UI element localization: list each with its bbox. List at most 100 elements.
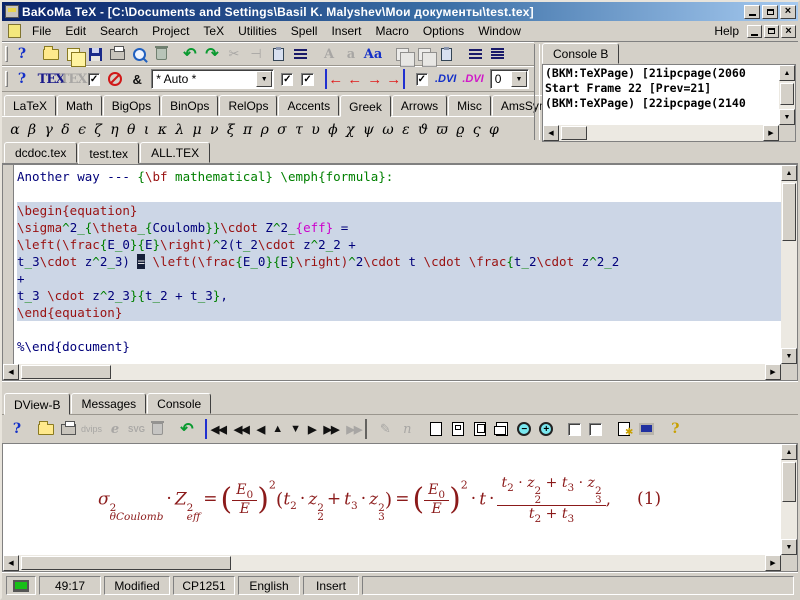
greek-symbol-1[interactable]: β xyxy=(24,121,40,139)
tex-stop-icon[interactable]: TEX xyxy=(62,69,84,89)
open-file-icon[interactable] xyxy=(35,419,57,439)
zoom-in-icon[interactable]: + xyxy=(535,419,557,439)
justify-full-icon[interactable] xyxy=(486,44,508,64)
editor-line[interactable]: \begin{equation} xyxy=(17,202,781,219)
print-icon[interactable] xyxy=(57,419,79,439)
menu-search[interactable]: Search xyxy=(93,22,145,40)
palette-tab-greek[interactable]: Greek xyxy=(340,95,391,117)
about-icon[interactable]: ? xyxy=(664,419,686,439)
greek-symbol-7[interactable]: θ xyxy=(123,121,140,139)
greek-symbol-6[interactable]: η xyxy=(106,121,123,139)
ampersand-format-icon[interactable]: & xyxy=(126,69,148,89)
justify-left-icon[interactable] xyxy=(464,44,486,64)
cut-icon[interactable]: ✂ xyxy=(223,44,245,64)
document-system-icon[interactable] xyxy=(8,24,21,38)
dvi-page[interactable]: σ2θCoulomb·Z2eff=(E0E)2(t2·z22+t3·z23)=(… xyxy=(3,444,781,555)
horizontal-splitter[interactable] xyxy=(2,381,798,392)
greek-symbol-24[interactable]: ϑ xyxy=(414,121,432,139)
sort-icon[interactable] xyxy=(289,44,311,64)
bottom-tab-console[interactable]: Console xyxy=(147,393,211,414)
menu-spell[interactable]: Spell xyxy=(284,22,325,40)
scroll-up-icon[interactable]: ▲ xyxy=(779,65,795,81)
editor-line[interactable]: Another way --- {\bf mathematical} \emph… xyxy=(17,168,781,185)
help-icon[interactable]: ? xyxy=(11,69,33,89)
scroll-up-page-icon[interactable]: ▲ xyxy=(268,419,286,439)
mdi-minimize-button[interactable] xyxy=(747,25,762,38)
combo-dropdown-icon[interactable]: ▼ xyxy=(256,71,272,87)
paste-icon[interactable] xyxy=(267,44,289,64)
auto-run-checkbox[interactable]: ✓ xyxy=(88,73,100,86)
greek-symbol-11[interactable]: μ xyxy=(188,121,205,139)
palette-tab-accents[interactable]: Accents xyxy=(278,95,339,116)
greek-symbol-21[interactable]: ψ xyxy=(359,121,378,139)
fast-prev-page-icon[interactable]: ◀◀ xyxy=(230,419,253,439)
abort-icon[interactable] xyxy=(104,69,126,89)
last-page-icon[interactable]: ▶▶ xyxy=(342,419,367,439)
menu-utilities[interactable]: Utilities xyxy=(231,22,284,40)
menu-file[interactable]: File xyxy=(25,22,58,40)
palette-tab-misc[interactable]: Misc xyxy=(448,95,491,116)
combo-dropdown-icon[interactable]: ▼ xyxy=(511,71,527,87)
option-checkbox-2[interactable]: ✓ xyxy=(301,73,313,86)
print-icon[interactable] xyxy=(106,44,128,64)
ie-export-icon[interactable]: e xyxy=(104,419,126,439)
view-option-checkbox-1[interactable] xyxy=(568,423,581,436)
fast-next-page-icon[interactable]: ▶▶ xyxy=(319,419,342,439)
scroll-right-icon[interactable]: ▶ xyxy=(765,364,781,380)
scroll-up-icon[interactable]: ▲ xyxy=(781,165,797,181)
greek-symbol-13[interactable]: ξ xyxy=(223,121,239,139)
outdent-icon[interactable] xyxy=(413,44,435,64)
greek-symbol-26[interactable]: ϱ xyxy=(452,121,469,139)
palette-tab-arrows[interactable]: Arrows xyxy=(392,95,447,116)
menu-window[interactable]: Window xyxy=(471,22,528,40)
scroll-up-icon[interactable]: ▲ xyxy=(781,444,797,460)
greek-symbol-23[interactable]: ε xyxy=(398,121,414,139)
paste-special-icon[interactable]: ⊣ xyxy=(245,44,267,64)
console-hscrollbar[interactable]: ◀ ▶ xyxy=(543,125,779,141)
page-layout-single-icon[interactable] xyxy=(425,419,447,439)
format-combo[interactable]: * Auto * ▼ xyxy=(151,69,274,89)
uppercase-icon[interactable]: A xyxy=(318,44,340,64)
greek-symbol-27[interactable]: ς xyxy=(469,121,485,139)
greek-symbol-8[interactable]: ι xyxy=(140,121,154,139)
dvi-forward-search-icon[interactable]: .DVI xyxy=(459,69,486,89)
help-icon[interactable]: ? xyxy=(6,419,28,439)
prev-page-icon[interactable]: ◀ xyxy=(253,419,268,439)
editor-line[interactable] xyxy=(17,185,781,202)
greek-symbol-25[interactable]: ϖ xyxy=(432,121,452,139)
greek-symbol-4[interactable]: ϵ xyxy=(74,121,90,139)
help-icon[interactable]: ? xyxy=(11,44,33,64)
mdi-restore-button[interactable] xyxy=(764,25,779,38)
display-settings-icon[interactable] xyxy=(635,419,657,439)
edit-pen-icon[interactable]: ✎ xyxy=(374,419,396,439)
scroll-right-icon[interactable]: ▶ xyxy=(763,125,779,141)
menu-project[interactable]: Project xyxy=(145,22,196,40)
greek-symbol-19[interactable]: ϕ xyxy=(324,121,342,139)
page-layout-width-icon[interactable] xyxy=(469,419,491,439)
dvips-icon[interactable]: dvips xyxy=(79,419,104,439)
scroll-down-page-icon[interactable]: ▼ xyxy=(286,419,304,439)
batch-icon[interactable] xyxy=(147,419,169,439)
first-page-icon[interactable]: ◀◀ xyxy=(205,419,230,439)
page-layout-dual-icon[interactable] xyxy=(491,419,513,439)
toolbar-grip[interactable] xyxy=(5,46,8,62)
editor-line[interactable]: t_3\cdot z^2_3) = \left(\frac{E_0}{E}\ri… xyxy=(17,253,781,270)
next-error-icon[interactable]: → xyxy=(365,69,385,89)
greek-symbol-20[interactable]: χ xyxy=(342,121,359,139)
export-icon[interactable] xyxy=(435,44,457,64)
page-number-icon[interactable]: n xyxy=(396,419,418,439)
save-icon[interactable] xyxy=(84,44,106,64)
greek-symbol-0[interactable]: α xyxy=(6,121,24,139)
dvi-sync-checkbox[interactable]: ✓ xyxy=(416,73,428,86)
find-icon[interactable] xyxy=(128,44,150,64)
page-layout-fit-icon[interactable] xyxy=(447,419,469,439)
scroll-down-icon[interactable]: ▼ xyxy=(779,109,795,125)
editor-vscrollbar[interactable]: ▲ ▼ xyxy=(781,165,797,364)
editor-line[interactable]: \end{equation} xyxy=(17,304,781,321)
doc-tab-dcdoc-tex[interactable]: dcdoc.tex xyxy=(4,142,77,163)
scroll-right-icon[interactable]: ▶ xyxy=(765,555,781,571)
reload-icon[interactable]: ↶ xyxy=(176,419,198,439)
view-option-checkbox-2[interactable] xyxy=(589,423,602,436)
preview-hscrollbar[interactable]: ◀ ▶ xyxy=(3,555,781,571)
restore-button[interactable] xyxy=(762,5,778,19)
